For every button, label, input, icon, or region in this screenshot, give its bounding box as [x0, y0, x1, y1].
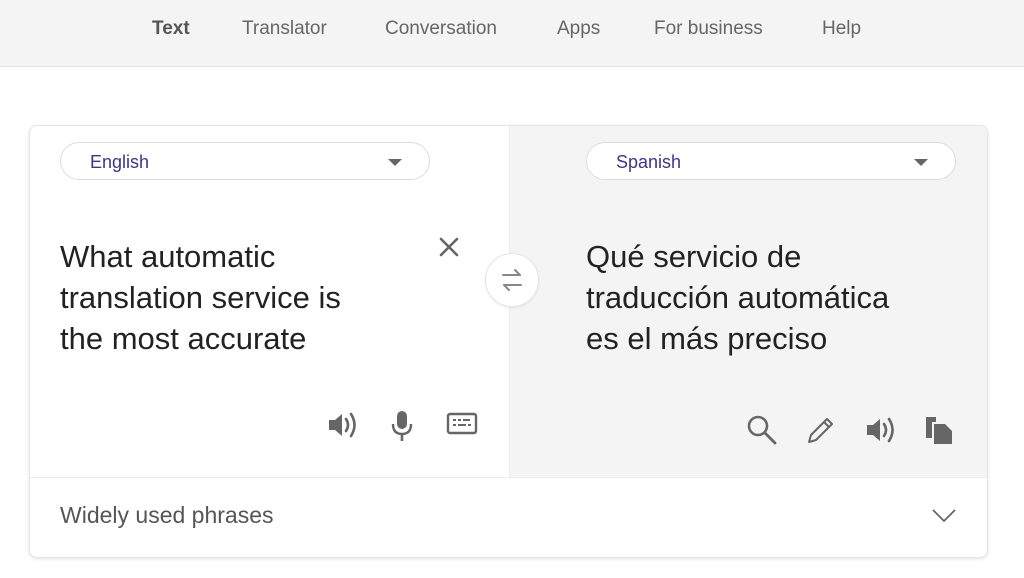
nav-tab-for-business[interactable]: For business	[654, 18, 763, 40]
source-text-line: the most accurate	[60, 321, 307, 356]
source-text-line: translation service is	[60, 280, 341, 315]
pencil-icon[interactable]	[805, 414, 837, 451]
nav-tab-apps[interactable]: Apps	[557, 18, 600, 40]
keyboard-icon[interactable]	[446, 412, 478, 441]
widely-used-phrases-row[interactable]: Widely used phrases	[30, 478, 987, 557]
microphone-icon[interactable]	[389, 409, 415, 448]
nav-tab-text[interactable]: Text	[152, 18, 190, 40]
chevron-down-icon	[930, 506, 958, 529]
caret-down-icon	[914, 159, 928, 166]
translator-card: English Spanish What automatic translati…	[29, 125, 988, 558]
nav-tab-translator[interactable]: Translator	[242, 18, 327, 40]
source-speaker-icon[interactable]	[326, 409, 360, 446]
translated-text: Qué servicio de traducción automática es…	[586, 236, 889, 359]
swap-languages-icon	[502, 269, 522, 291]
translated-text-line: traducción automática	[586, 280, 890, 315]
nav-tab-help[interactable]: Help	[822, 18, 861, 40]
widely-used-phrases-label: Widely used phrases	[60, 502, 274, 528]
source-language-label: English	[90, 152, 150, 172]
source-language-select[interactable]: English	[60, 142, 430, 180]
translated-text-line: Qué servicio de	[586, 239, 802, 274]
source-text-line: What automatic	[60, 239, 276, 274]
target-language-label: Spanish	[616, 152, 682, 172]
clear-icon[interactable]	[438, 236, 460, 263]
search-icon[interactable]	[746, 414, 778, 451]
translated-text-line: es el más preciso	[586, 321, 828, 356]
copy-icon[interactable]	[923, 414, 955, 451]
swap-languages-button[interactable]	[485, 253, 539, 307]
target-language-select[interactable]: Spanish	[586, 142, 956, 180]
top-navigation: Text Translator Conversation Apps For bu…	[0, 0, 1024, 67]
source-text-input[interactable]: What automatic translation service is th…	[60, 236, 341, 359]
nav-tab-conversation[interactable]: Conversation	[385, 18, 497, 40]
caret-down-icon	[388, 159, 402, 166]
target-speaker-icon[interactable]	[864, 414, 898, 451]
